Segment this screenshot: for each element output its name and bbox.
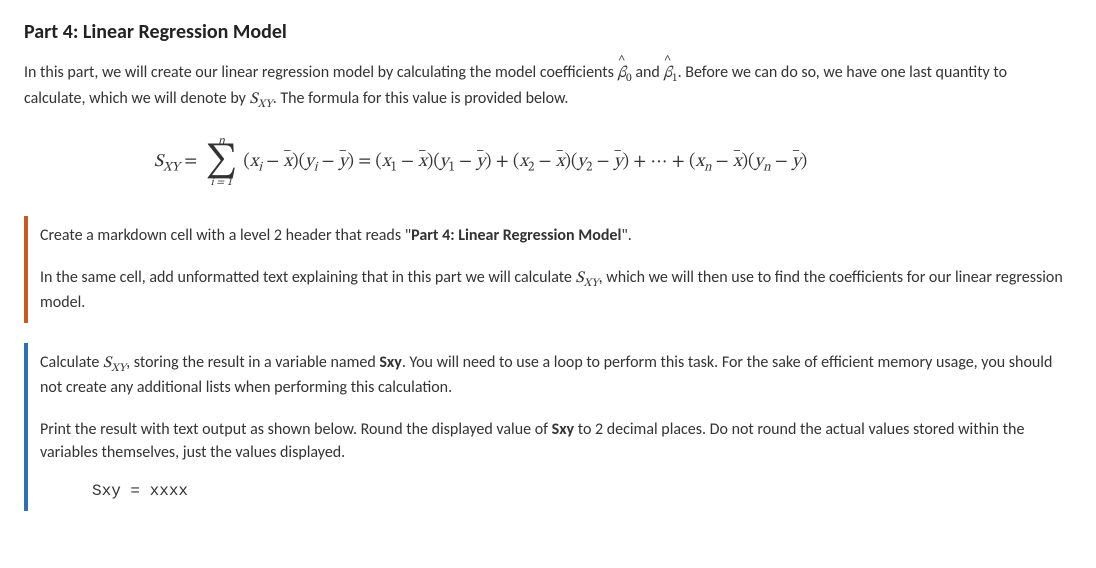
minus8: − [771, 153, 792, 171]
orange-instruction-block: Create a markdown cell with a level 2 he… [24, 216, 1072, 322]
blue-p1: Calculate SXY, storing the result in a v… [40, 351, 1072, 400]
minus5: − [534, 153, 555, 171]
intro-text-3: . The formula for this value is provided… [273, 89, 569, 108]
blue-p2a: Print the result with text output as sho… [40, 420, 552, 439]
minus7: − [712, 153, 733, 171]
blue-p1a: Calculate [40, 353, 103, 372]
xbar1: x [284, 149, 293, 175]
xn: x [695, 153, 704, 171]
sigma-symbol: ∑ [205, 147, 237, 178]
beta1-symbol: β [663, 62, 671, 85]
orange-p1a: Create a markdown cell with a level 2 he… [40, 226, 411, 245]
ybar3: y [614, 149, 623, 175]
orange-sxy: S [575, 270, 583, 286]
blue-instruction-block: Calculate SXY, storing the result in a v… [24, 343, 1072, 512]
minus1: − [262, 153, 283, 171]
blue-p1b: , storing the result in a variable named [126, 353, 379, 372]
minus4: − [455, 153, 476, 171]
formula-eq2: = [354, 153, 375, 171]
x2: x [519, 153, 528, 171]
formula-lhs-sub: XY [163, 161, 180, 174]
y1: y [440, 153, 449, 171]
minus6: − [592, 153, 613, 171]
code-output-example: Sxy = xxxx [40, 470, 1072, 509]
orange-sxy-sub: XY [584, 277, 599, 289]
blue-sxy-sub: XY [111, 362, 126, 374]
y2: y [577, 153, 586, 171]
page-title: Part 4: Linear Regression Model [24, 18, 1072, 47]
ybar1: y [339, 149, 348, 175]
orange-p1c: ". [621, 226, 631, 245]
xbar3: x [556, 149, 565, 175]
orange-p2: In the same cell, add unformatted text e… [40, 266, 1072, 315]
blue-p2: Print the result with text output as sho… [40, 418, 1072, 464]
sigma-icon: n∑i = 1 [205, 135, 237, 189]
formula-eq1: = [180, 153, 201, 171]
formula-lhs: S [154, 153, 163, 171]
blue-sxy: S [103, 355, 111, 371]
yi: y [305, 153, 314, 171]
sxy-symbol: S [250, 91, 258, 107]
ybar2: y [476, 149, 485, 175]
yn-sub: n [763, 161, 770, 174]
yn: y [754, 153, 763, 171]
intro-paragraph: In this part, we will create our linear … [24, 61, 1072, 113]
xn-sub: n [704, 161, 711, 174]
sigma-lower: i = 1 [205, 177, 237, 188]
orange-p1: Create a markdown cell with a level 2 he… [40, 224, 1072, 247]
close8: ) [801, 153, 807, 171]
ybar4: y [792, 149, 801, 175]
intro-text-1: In this part, we will create our linear … [24, 63, 618, 82]
blue-p2b: Sxy [552, 420, 575, 439]
orange-p2a: In the same cell, add unformatted text e… [40, 268, 575, 287]
plus1: + [491, 153, 512, 171]
minus3: − [397, 153, 418, 171]
intro-and: and [632, 63, 664, 82]
blue-p1c: Sxy [379, 353, 402, 372]
xbar2: x [418, 149, 427, 175]
dots: + ⋯ + [629, 153, 689, 171]
formula-display: SXY = n∑i = 1(xi − x)(yi − y) = (x1 − x)… [24, 125, 1072, 207]
sxy-subscript: XY [258, 98, 273, 110]
xbar4: x [733, 149, 742, 175]
beta0-symbol: β [618, 62, 626, 85]
minus2: − [317, 153, 338, 171]
orange-p1b: Part 4: Linear Regression Model [411, 226, 621, 245]
